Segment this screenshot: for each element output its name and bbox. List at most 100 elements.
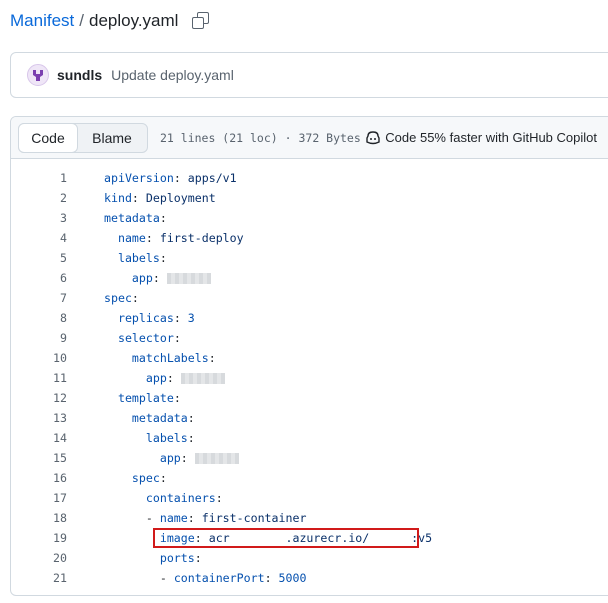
code-text: matchLabels: <box>131 351 216 365</box>
file-name: deploy.yaml <box>88 11 179 30</box>
code-view: 1 apiVersion: apps/v1 2 kind: Deployment 3 me… <box>11 159 608 588</box>
code-text: selector: <box>117 331 181 345</box>
code-line: 9 selector: <box>11 328 608 348</box>
line-number[interactable]: 9 <box>11 331 67 345</box>
line-number[interactable]: 21 <box>11 571 67 585</box>
yaml-key: app <box>159 451 181 465</box>
commit-author[interactable]: sundls <box>57 67 102 83</box>
code-text: - name: first-container <box>104 511 307 525</box>
line-number[interactable]: 10 <box>11 351 67 365</box>
user-avatar[interactable] <box>27 64 49 86</box>
line-number[interactable]: 14 <box>11 431 67 445</box>
yaml-key: containers <box>145 491 216 505</box>
latest-commit-bar: sundls Update deploy.yaml <box>10 52 608 98</box>
tab-blame[interactable]: Blame <box>77 124 147 152</box>
code-text: metadata: <box>131 411 195 425</box>
yaml-key: containerPort <box>173 571 265 585</box>
yaml-key: metadata <box>131 411 188 425</box>
code-line: 16 spec: <box>11 468 608 488</box>
view-switch: Code Blame <box>18 122 148 153</box>
yaml-value: 3 <box>180 311 195 325</box>
code-text: app: <box>104 371 225 385</box>
copilot-icon <box>366 130 380 144</box>
line-number[interactable]: 17 <box>11 491 67 505</box>
yaml-value: apps/v1 <box>180 171 237 185</box>
code-line: 19 image: acr .azurecr.io/ :v5 <box>11 528 608 548</box>
line-number[interactable]: 1 <box>11 171 67 185</box>
line-number[interactable]: 7 <box>11 291 67 305</box>
code-line: 1 apiVersion: apps/v1 <box>11 168 608 188</box>
breadcrumb: Manifest / deploy.yaml <box>10 8 210 34</box>
code-text: template: <box>117 391 181 405</box>
code-line: 13 metadata: <box>11 408 608 428</box>
code-text: containers: <box>145 491 223 505</box>
yaml-key: selector <box>117 331 174 345</box>
code-text: metadata: <box>104 211 167 225</box>
line-number[interactable]: 15 <box>11 451 67 465</box>
line-number[interactable]: 2 <box>11 191 67 205</box>
code-line: 18 - name: first-container <box>11 508 608 528</box>
code-line: 12 template: <box>11 388 608 408</box>
yaml-key: labels <box>145 431 188 445</box>
code-text: app: <box>104 451 239 465</box>
code-line: 15 app: <box>11 448 608 468</box>
repo-link[interactable]: Manifest <box>10 11 74 31</box>
line-number[interactable]: 19 <box>11 531 67 545</box>
yaml-value: 5000 <box>271 571 307 585</box>
code-line: 5 labels: <box>11 248 608 268</box>
code-text: apiVersion: apps/v1 <box>104 171 237 185</box>
commit-message[interactable]: Update deploy.yaml <box>111 67 234 83</box>
code-text: labels: <box>145 431 195 445</box>
code-line: 6 app: <box>11 268 608 288</box>
line-number[interactable]: 4 <box>11 231 67 245</box>
code-text: ports: <box>159 551 202 565</box>
line-number[interactable]: 11 <box>11 371 67 385</box>
yaml-key: template <box>117 391 174 405</box>
yaml-value: Deployment <box>138 191 216 205</box>
code-text: name: first-deploy <box>117 231 244 245</box>
code-line: 3 metadata: <box>11 208 608 228</box>
yaml-key: metadata <box>104 211 160 225</box>
copy-icon[interactable] <box>192 12 210 30</box>
code-text: labels: <box>117 251 167 265</box>
code-line: 7 spec: <box>11 288 608 308</box>
code-line: 21 - containerPort: 5000 <box>11 568 608 588</box>
yaml-value: first-container <box>194 511 307 525</box>
yaml-key: app <box>145 371 167 385</box>
line-number[interactable]: 6 <box>11 271 67 285</box>
code-text: replicas: 3 <box>117 311 195 325</box>
code-line: 14 labels: <box>11 428 608 448</box>
redacted-value <box>194 453 239 464</box>
yaml-key: name <box>159 511 188 525</box>
highlight-box <box>153 528 419 548</box>
yaml-key: name <box>117 231 146 245</box>
yaml-key: kind <box>104 191 132 205</box>
line-number[interactable]: 20 <box>11 551 67 565</box>
yaml-key: spec <box>104 291 132 305</box>
redacted-value <box>166 273 211 284</box>
copilot-label: Code 55% faster with GitHub Copilot <box>385 130 597 145</box>
code-text: app: <box>104 271 211 285</box>
code-line: 10 matchLabels: <box>11 348 608 368</box>
copilot-promo[interactable]: Code 55% faster with GitHub Copilot <box>365 130 597 145</box>
code-text: - containerPort: 5000 <box>104 571 307 585</box>
yaml-key: ports <box>159 551 195 565</box>
line-number[interactable]: 18 <box>11 511 67 525</box>
line-number[interactable]: 3 <box>11 211 67 225</box>
code-text: spec: <box>104 291 139 305</box>
line-number[interactable]: 5 <box>11 251 67 265</box>
line-number[interactable]: 8 <box>11 311 67 325</box>
code-line: 4 name: first-deploy <box>11 228 608 248</box>
tab-code[interactable]: Code <box>18 122 78 153</box>
yaml-key: spec <box>131 471 160 485</box>
line-number[interactable]: 12 <box>11 391 67 405</box>
breadcrumb-separator: / <box>79 11 84 30</box>
code-text: kind: Deployment <box>104 191 216 205</box>
code-line: 20 ports: <box>11 548 608 568</box>
line-number[interactable]: 13 <box>11 411 67 425</box>
yaml-value: first-deploy <box>152 231 244 245</box>
redacted-value <box>180 373 225 384</box>
line-number[interactable]: 16 <box>11 471 67 485</box>
yaml-key: apiVersion <box>104 171 174 185</box>
code-text: spec: <box>131 471 167 485</box>
